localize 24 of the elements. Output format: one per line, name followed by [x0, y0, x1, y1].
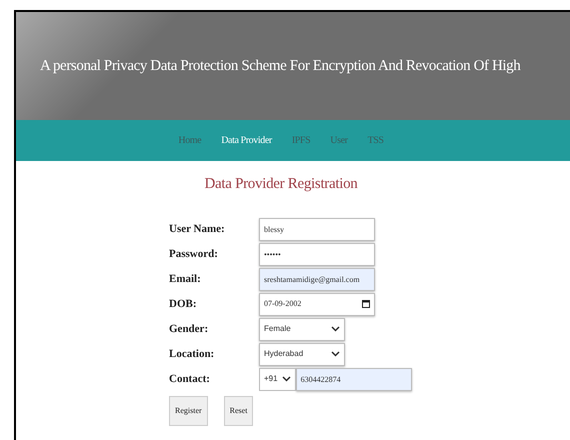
date-field[interactable]: 07-09-2002 — [259, 292, 375, 316]
field-label: DOB: — [169, 296, 198, 312]
field-label: Location: — [169, 346, 216, 362]
field-label: Contact: — [169, 372, 211, 387]
calendar-icon — [362, 300, 370, 308]
country-code-select[interactable]: +91 — [259, 368, 296, 390]
text-field[interactable]: •••••• — [259, 242, 375, 266]
field-label: User Name: — [169, 222, 226, 237]
form-button[interactable]: Reset — [224, 396, 254, 426]
phone-field[interactable]: 6304422874 — [296, 368, 412, 390]
form-button[interactable]: Register — [169, 396, 208, 426]
select-dropdown[interactable]: Female — [259, 318, 345, 340]
field-label: Gender: — [169, 322, 210, 337]
field-label: Email: — [169, 272, 202, 287]
date-value: 07-09-2002 — [264, 298, 302, 310]
text-field[interactable]: sreshtamamidige@gmail.com — [259, 268, 375, 290]
field-label: Password: — [169, 246, 219, 262]
chevron-down-icon — [331, 351, 340, 357]
select-dropdown[interactable]: Hyderabad — [259, 342, 345, 366]
text-field[interactable]: blessy — [259, 218, 375, 240]
chevron-down-icon — [282, 376, 291, 382]
page-title: A personal Privacy Data Protection Scheme For Encryption And Revocation Of High — [40, 56, 520, 76]
chevron-down-icon — [331, 326, 340, 332]
form-heading: Data Provider Registration — [204, 175, 358, 194]
